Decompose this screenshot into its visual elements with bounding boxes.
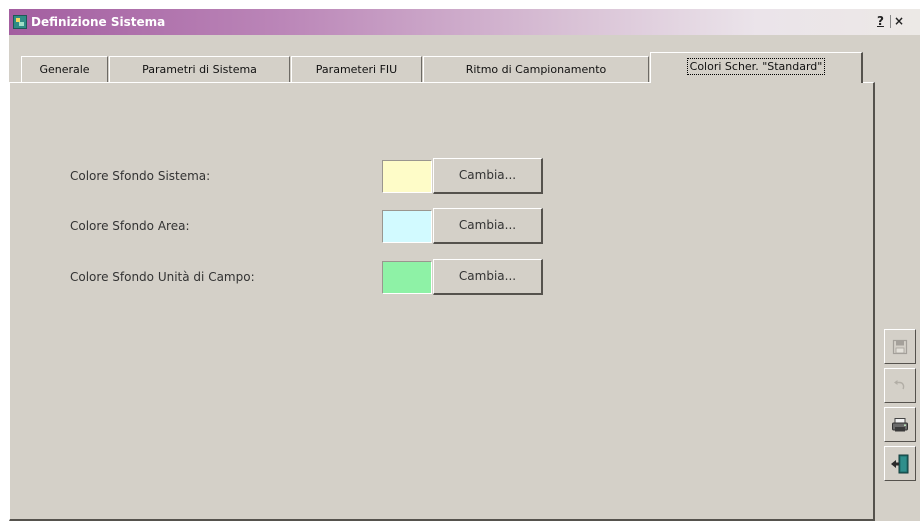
window-title: Definizione Sistema	[31, 15, 166, 29]
label-colore-sfondo-unita-di-campo: Colore Sfondo Unità di Campo:	[70, 270, 255, 284]
cambia-button-unita-di-campo[interactable]: Cambia...	[433, 259, 543, 295]
tab-generale[interactable]: Generale	[21, 56, 108, 83]
save-button[interactable]	[884, 329, 916, 364]
undo-button[interactable]	[884, 368, 916, 403]
cambia-button-area[interactable]: Cambia...	[433, 208, 543, 244]
tab-label: Parametri di Sistema	[142, 63, 257, 76]
tab-label: Parameteri FIU	[315, 63, 398, 76]
cambia-button-sistema[interactable]: Cambia...	[433, 158, 543, 194]
swatch-colore-sfondo-area	[382, 210, 432, 243]
tab-panel-colori: Colore Sfondo Sistema: Cambia... Colore …	[9, 82, 875, 521]
tab-label: Colori Scher. "Standard"	[686, 58, 826, 75]
app-icon	[13, 15, 27, 29]
print-button[interactable]	[884, 407, 916, 442]
tab-colori-scher-standard[interactable]: Colori Scher. "Standard"	[650, 52, 863, 83]
title-bar: Definizione Sistema ? ×	[9, 9, 920, 35]
close-button[interactable]: ×	[894, 14, 904, 28]
exit-door-icon	[891, 454, 909, 473]
swatch-colore-sfondo-unita-di-campo	[382, 261, 432, 294]
undo-icon	[894, 379, 905, 389]
tab-ritmo-di-campionamento[interactable]: Ritmo di Campionamento	[423, 56, 649, 83]
tab-parametri-di-sistema[interactable]: Parametri di Sistema	[109, 56, 290, 83]
swatch-colore-sfondo-sistema	[382, 160, 432, 193]
print-icon	[892, 417, 908, 431]
tab-label: Ritmo di Campionamento	[465, 63, 607, 76]
exit-button[interactable]	[884, 446, 916, 481]
save-icon	[892, 339, 908, 354]
tab-parameteri-fiu[interactable]: Parameteri FIU	[291, 56, 422, 83]
label-colore-sfondo-area: Colore Sfondo Area:	[70, 219, 190, 233]
title-button-divider	[890, 15, 891, 28]
help-button[interactable]: ?	[877, 14, 884, 28]
label-colore-sfondo-sistema: Colore Sfondo Sistema:	[70, 169, 211, 183]
dialog-window: Definizione Sistema ? × Generale Paramet…	[8, 8, 920, 521]
tab-label: Generale	[39, 63, 90, 76]
